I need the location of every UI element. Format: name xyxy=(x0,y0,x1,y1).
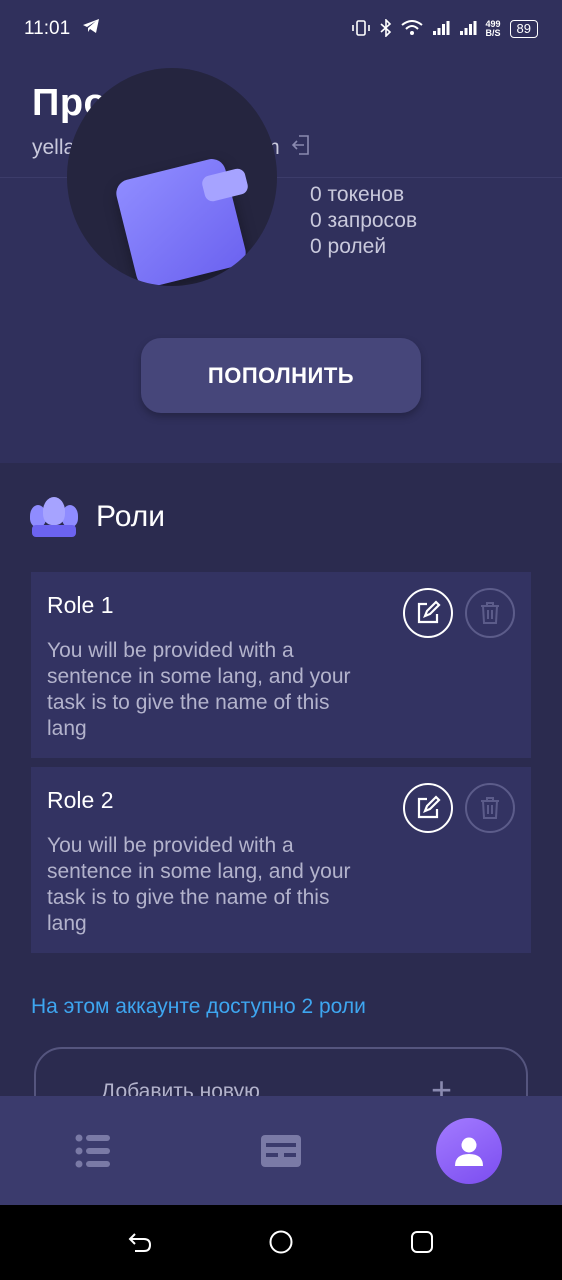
signal-icon-2 xyxy=(459,20,477,39)
role-card-1[interactable]: Role 1 You will be provided with a sente… xyxy=(31,572,531,758)
roles-header: Роли xyxy=(30,495,165,539)
balance-section: 0 токенов 0 запросов 0 ролей ПОПОЛНИТЬ xyxy=(0,68,562,463)
vibrate-icon xyxy=(351,19,371,39)
tokens-count: 0 токенов xyxy=(310,183,405,206)
home-icon[interactable] xyxy=(266,1227,296,1257)
telegram-icon xyxy=(82,18,100,40)
nav-profile-bubble xyxy=(436,1117,502,1184)
nav-list-tab[interactable] xyxy=(58,1096,128,1205)
roles-count: 0 ролей xyxy=(310,235,387,258)
system-nav-bar xyxy=(0,1205,562,1280)
role-description: You will be provided with a sentence in … xyxy=(47,639,351,740)
edit-icon xyxy=(417,795,441,819)
role-description: You will be provided with a sentence in … xyxy=(47,834,351,935)
wallet-illustration xyxy=(67,68,277,286)
stats-list: 0 токенов 0 запросов 0 ролей xyxy=(310,182,417,260)
roles-title: Роли xyxy=(96,500,165,533)
trash-icon xyxy=(481,602,499,624)
role-card-2[interactable]: Role 2 You will be provided with a sente… xyxy=(31,767,531,953)
role-title: Role 1 xyxy=(47,592,114,618)
roles-available-text: На этом аккаунте доступно 2 роли xyxy=(31,995,366,1018)
nav-cards-tab[interactable] xyxy=(246,1096,316,1205)
list-icon xyxy=(75,1134,110,1167)
edit-role-button[interactable] xyxy=(403,783,453,833)
cards-icon xyxy=(261,1134,301,1167)
delete-role-button[interactable] xyxy=(465,588,515,638)
trash-icon xyxy=(481,797,499,819)
roles-icon xyxy=(30,495,78,539)
user-icon xyxy=(455,1137,483,1166)
bottom-nav xyxy=(0,1096,562,1205)
recents-icon[interactable] xyxy=(407,1227,437,1257)
wifi-icon xyxy=(400,19,423,39)
logout-icon[interactable] xyxy=(290,134,312,162)
edit-icon xyxy=(417,600,441,624)
edit-role-button[interactable] xyxy=(403,588,453,638)
net-speed: 499 B/S xyxy=(485,19,501,38)
back-icon[interactable] xyxy=(125,1227,155,1257)
topup-button[interactable]: ПОПОЛНИТЬ xyxy=(141,338,421,413)
delete-role-button[interactable] xyxy=(465,783,515,833)
requests-count: 0 запросов xyxy=(310,209,418,232)
signal-icon xyxy=(432,20,450,39)
bluetooth-icon xyxy=(379,17,392,40)
role-title: Role 2 xyxy=(47,787,114,813)
status-bar: 11:01 499 B/S 89 xyxy=(0,0,562,58)
battery-indicator: 89 xyxy=(509,20,538,38)
nav-profile-tab[interactable] xyxy=(436,1096,502,1205)
status-time: 11:01 xyxy=(24,18,71,39)
